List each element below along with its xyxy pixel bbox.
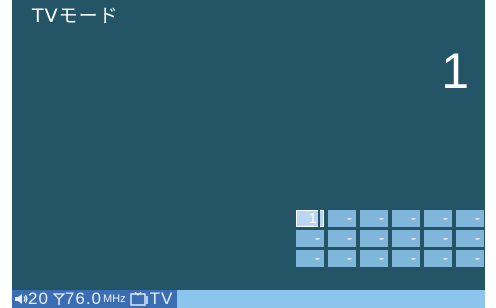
preset-channel-label: - [379, 210, 384, 227]
preset-channel-label: - [379, 250, 384, 267]
mode-title: TVモード [32, 5, 119, 27]
tv-mode-screen: TVモード 1 1 - - - - - - - - - - - - - - - - - 20 76.0 MHz T… [0, 0, 496, 308]
preset-channel-label: - [443, 210, 448, 227]
frequency-value: 76.0 [64, 289, 103, 308]
preset-channel-label: - [475, 250, 480, 267]
preset-channel-button[interactable]: - [296, 230, 324, 247]
preset-channel-label: - [347, 210, 352, 227]
preset-channel-label: - [347, 230, 352, 247]
preset-channel-button[interactable]: - [392, 250, 420, 267]
preset-channel-button[interactable]: - [328, 250, 356, 267]
input-source: TV [149, 289, 174, 308]
volume-value: 20 [28, 289, 49, 308]
preset-channel-label: - [379, 230, 384, 247]
preset-channel-label: - [411, 250, 416, 267]
preset-channel-button[interactable]: - [296, 250, 324, 267]
preset-channel-button[interactable]: - [360, 250, 388, 267]
preset-channel-button[interactable]: - [328, 230, 356, 247]
preset-channel-label: - [347, 250, 352, 267]
input-status: TV [128, 290, 176, 308]
current-channel-number: 1 [441, 43, 469, 99]
preset-channel-label: - [443, 230, 448, 247]
preset-channel-button[interactable]: - [392, 210, 420, 227]
tv-input-icon [129, 292, 150, 306]
antenna-icon [52, 292, 65, 306]
status-track: 20 76.0 MHz TV [12, 290, 178, 308]
preset-channel-button[interactable]: - [456, 230, 484, 247]
preset-channel-button[interactable]: - [424, 250, 452, 267]
status-bar: 20 76.0 MHz TV [12, 290, 485, 308]
preset-channel-button[interactable]: - [392, 230, 420, 247]
preset-channel-label: - [315, 230, 320, 247]
preset-channel-label: - [315, 250, 320, 267]
frequency-status: 76.0 MHz [51, 290, 128, 308]
preset-channel-label: - [411, 230, 416, 247]
preset-channel-button[interactable]: - [360, 230, 388, 247]
preset-channel-button[interactable]: - [456, 250, 484, 267]
preset-channel-button[interactable]: - [456, 210, 484, 227]
frequency-unit: MHz [103, 293, 126, 305]
preset-channel-label: - [475, 230, 480, 247]
preset-channel-button[interactable]: - [360, 210, 388, 227]
preset-channel-label: 1 [308, 210, 320, 227]
preset-channel-label: - [443, 250, 448, 267]
volume-status: 20 [12, 290, 51, 308]
speaker-icon [14, 292, 28, 306]
preset-channel-button[interactable]: - [424, 230, 452, 247]
preset-channel-label: - [411, 210, 416, 227]
preset-channel-label: - [475, 210, 480, 227]
preset-channel-button[interactable]: 1 [296, 210, 324, 227]
preset-channel-grid: 1 - - - - - - - - - - - - - - - - - [296, 210, 484, 267]
preset-channel-button[interactable]: - [424, 210, 452, 227]
preset-channel-button[interactable]: - [328, 210, 356, 227]
tv-display-panel: TVモード 1 1 - - - - - - - - - - - - - - - - - [12, 0, 485, 290]
